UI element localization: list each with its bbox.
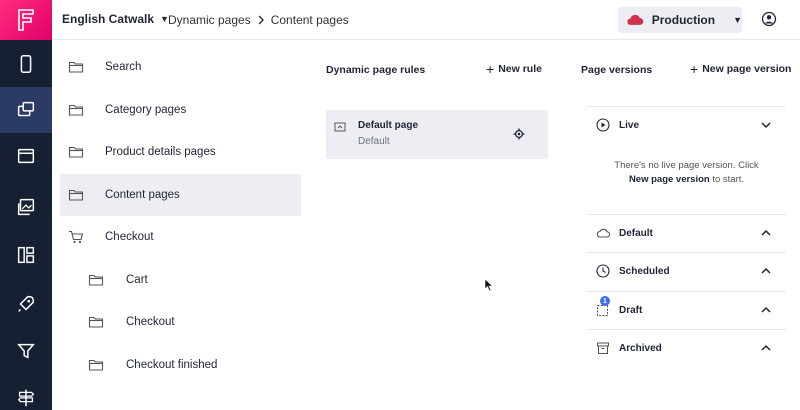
- rules-heading: Dynamic page rules: [326, 64, 426, 76]
- empty-link[interactable]: New page version: [629, 174, 710, 185]
- chevron-up-icon: [761, 267, 771, 274]
- draft-count-badge: 1: [600, 296, 610, 306]
- page-type-label: Cart: [126, 273, 148, 286]
- dynamic-page-rules-panel: Dynamic page rules + New rule Default pa…: [316, 40, 556, 410]
- breadcrumb-item[interactable]: Dynamic pages: [168, 13, 251, 27]
- chevron-up-icon: [761, 344, 771, 351]
- page-type-label: Content pages: [105, 188, 180, 201]
- filter-icon[interactable]: [0, 328, 52, 374]
- page-type-checkout-finished[interactable]: Checkout finished: [60, 344, 301, 387]
- environment-selector[interactable]: Production ▼: [618, 7, 742, 33]
- folder-icon: [68, 61, 84, 73]
- chevron-down-icon: [761, 122, 771, 129]
- live-empty-message: There's no live page version. Click New …: [587, 159, 786, 187]
- media-icon[interactable]: [0, 184, 52, 230]
- phone-icon[interactable]: [0, 41, 52, 87]
- rule-subtitle: Default: [358, 136, 390, 147]
- new-page-version-label: New page version: [702, 63, 792, 75]
- caret-down-icon: ▼: [733, 15, 742, 25]
- folder-icon: [68, 104, 84, 116]
- version-section-label: Scheduled: [619, 266, 670, 277]
- left-rail: [0, 0, 52, 410]
- page-types-list: Search Category pages Product details pa…: [60, 46, 301, 386]
- pages-icon[interactable]: [0, 87, 52, 133]
- plus-icon: +: [690, 61, 699, 77]
- version-section-scheduled[interactable]: Scheduled: [587, 252, 786, 290]
- version-section-label: Archived: [619, 343, 662, 354]
- page-type-label: Checkout: [105, 231, 154, 244]
- page-type-label: Search: [105, 61, 142, 74]
- page-type-label: Checkout: [126, 316, 175, 329]
- page-type-category-pages[interactable]: Category pages: [60, 89, 301, 132]
- top-bar: English Catwalk ▼ Dynamic pages Content …: [52, 0, 800, 40]
- breadcrumb: Dynamic pages Content pages: [168, 13, 349, 27]
- rocket-icon[interactable]: [0, 281, 52, 327]
- play-circle-icon: [596, 118, 610, 132]
- signpost-icon[interactable]: [0, 374, 52, 410]
- page-type-checkout-group[interactable]: Checkout: [60, 216, 301, 259]
- page-versions-panel: Page versions + New page version Live Th…: [580, 40, 800, 410]
- folder-icon: [68, 146, 84, 158]
- versions-heading: Page versions: [581, 64, 653, 76]
- cart-icon: [69, 230, 84, 244]
- folder-icon: [68, 189, 84, 201]
- page-type-label: Category pages: [105, 103, 187, 116]
- chevron-up-icon: [761, 229, 771, 236]
- page-type-label: Product details pages: [105, 146, 216, 159]
- clock-icon: [596, 264, 610, 278]
- rule-card-default-page[interactable]: Default page Default: [326, 110, 548, 159]
- page-type-product-details[interactable]: Product details pages: [60, 131, 301, 174]
- dashboard-icon[interactable]: [0, 232, 52, 278]
- cloud-icon: [627, 14, 644, 25]
- archive-icon: [597, 342, 609, 354]
- version-section-label: Live: [619, 120, 640, 131]
- empty-suffix: to start.: [709, 174, 745, 185]
- folder-icon: [88, 316, 104, 328]
- environment-name: Production: [651, 13, 716, 27]
- window-icon[interactable]: [0, 133, 52, 179]
- version-section-live[interactable]: Live: [587, 106, 786, 144]
- version-section-label: Default: [619, 228, 653, 239]
- chevron-up-icon: [761, 306, 771, 313]
- page-type-label: Checkout finished: [126, 358, 218, 371]
- new-rule-button[interactable]: + New rule: [486, 61, 542, 77]
- project-name: English Catwalk: [62, 12, 155, 26]
- chevron-right-icon: [258, 15, 264, 25]
- version-section-draft[interactable]: 1 Draft: [587, 291, 786, 329]
- user-avatar-icon[interactable]: [761, 11, 777, 27]
- breadcrumb-item: Content pages: [270, 13, 349, 27]
- page-type-checkout[interactable]: Checkout: [60, 301, 301, 344]
- plus-icon: +: [486, 61, 495, 77]
- version-section-archived[interactable]: Archived: [587, 329, 786, 367]
- project-selector[interactable]: English Catwalk ▼: [62, 12, 169, 26]
- gear-icon[interactable]: [513, 128, 525, 140]
- mouse-cursor-icon: [484, 278, 494, 292]
- version-section-label: Draft: [619, 305, 643, 316]
- page-type-content-pages[interactable]: Content pages: [60, 173, 301, 216]
- logo-icon[interactable]: [0, 0, 52, 40]
- new-rule-label: New rule: [498, 63, 542, 75]
- cloud-icon: [596, 228, 610, 238]
- folder-icon: [88, 274, 104, 286]
- version-section-default[interactable]: Default: [587, 214, 786, 252]
- folder-icon: [88, 359, 104, 371]
- new-page-version-button[interactable]: + New page version: [690, 61, 792, 77]
- rule-title: Default page: [358, 120, 419, 131]
- page-rule-icon: [334, 122, 346, 132]
- page-type-cart[interactable]: Cart: [60, 259, 301, 302]
- empty-text: There's no live page version. Click: [614, 160, 759, 171]
- page-type-search[interactable]: Search: [60, 46, 301, 89]
